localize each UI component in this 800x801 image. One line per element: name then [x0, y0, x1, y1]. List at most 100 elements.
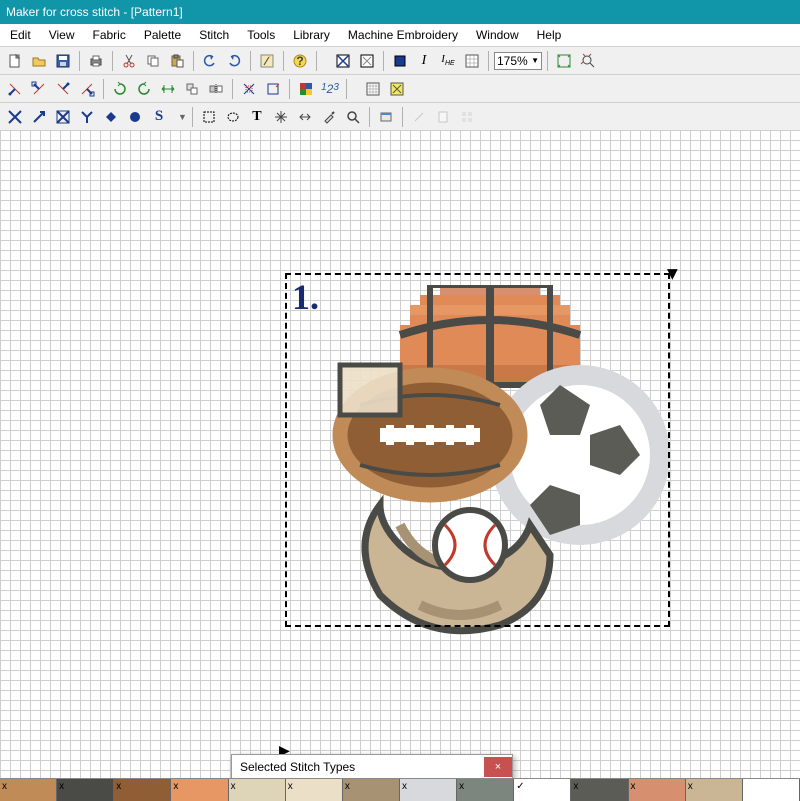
numbers-button[interactable]: 123: [319, 78, 341, 100]
swatch-marker: x: [688, 781, 693, 792]
oval-button[interactable]: [222, 106, 244, 128]
flip-v-button[interactable]: [181, 78, 203, 100]
fullstitch-x-button[interactable]: [332, 50, 354, 72]
swatch-9[interactable]: ✓: [514, 779, 571, 801]
thumb-button[interactable]: [456, 106, 478, 128]
swatch-4[interactable]: x: [229, 779, 286, 801]
save-button[interactable]: [52, 50, 74, 72]
swatch-marker: x: [573, 781, 578, 792]
select-box-button[interactable]: [262, 78, 284, 100]
help-button[interactable]: ?: [289, 50, 311, 72]
marquee-button[interactable]: [198, 106, 220, 128]
diamond-button[interactable]: [100, 106, 122, 128]
zoom-in-button[interactable]: [577, 50, 599, 72]
mirror-button[interactable]: [205, 78, 227, 100]
menu-fabric[interactable]: Fabric: [84, 26, 133, 44]
grid-toggle-button[interactable]: [461, 50, 483, 72]
swatch-marker: x: [459, 781, 464, 792]
swatch-8[interactable]: x: [457, 779, 514, 801]
panel-button[interactable]: [375, 106, 397, 128]
swatch-marker: x: [631, 781, 636, 792]
swatch-13[interactable]: [743, 779, 800, 801]
circle-button[interactable]: [124, 106, 146, 128]
swatch-2[interactable]: x: [114, 779, 171, 801]
paste-button[interactable]: [166, 50, 188, 72]
undo-button[interactable]: [199, 50, 221, 72]
grid-x-button[interactable]: [386, 78, 408, 100]
stitch-box-button[interactable]: [52, 106, 74, 128]
menu-bar: Edit View Fabric Palette Stitch Tools Li…: [0, 24, 800, 46]
menu-machine-embroidery[interactable]: Machine Embroidery: [340, 26, 466, 44]
flip-h-button[interactable]: [157, 78, 179, 100]
swatch-12[interactable]: x: [686, 779, 743, 801]
close-button[interactable]: ×: [484, 757, 512, 777]
menu-edit[interactable]: Edit: [2, 26, 39, 44]
swatch-marker: x: [288, 781, 293, 792]
swatch-7[interactable]: x: [400, 779, 457, 801]
toolbar-stitch: S ▼ T: [0, 102, 800, 130]
stitch-arrow-button[interactable]: [28, 106, 50, 128]
swatch-10[interactable]: x: [571, 779, 628, 801]
grid-opts-button[interactable]: [362, 78, 384, 100]
rot-ccw-button[interactable]: [133, 78, 155, 100]
swatch-marker: ✓: [516, 781, 524, 792]
swatch-11[interactable]: x: [629, 779, 686, 801]
menu-library[interactable]: Library: [285, 26, 338, 44]
swatch-marker: x: [59, 781, 64, 792]
s-text-button[interactable]: S: [148, 106, 170, 128]
menu-window[interactable]: Window: [468, 26, 527, 44]
zoom-value: 175%: [497, 54, 528, 68]
rot-cw-button[interactable]: [109, 78, 131, 100]
print-button[interactable]: [85, 50, 107, 72]
cut-button[interactable]: [118, 50, 140, 72]
eyedropper-button[interactable]: [318, 106, 340, 128]
redo-button[interactable]: [223, 50, 245, 72]
half-tr-button[interactable]: [76, 78, 98, 100]
magnify-button[interactable]: [342, 106, 364, 128]
selection-marker-top[interactable]: ◀: [663, 269, 680, 280]
svg-text:?: ?: [296, 54, 303, 68]
swatch-1[interactable]: x: [57, 779, 114, 801]
slash-button[interactable]: [408, 106, 430, 128]
cross-button[interactable]: [294, 106, 316, 128]
stitch-x-button[interactable]: [4, 106, 26, 128]
half-tl-button[interactable]: [52, 78, 74, 100]
swatch-6[interactable]: x: [343, 779, 400, 801]
color-palette: xxxxxxxxx✓xxx: [0, 778, 800, 800]
text-ihe-button[interactable]: IHE: [437, 50, 459, 72]
swatch-3[interactable]: x: [171, 779, 228, 801]
menu-tools[interactable]: Tools: [239, 26, 283, 44]
zoom-dropdown-icon[interactable]: ▼: [531, 56, 539, 65]
swatch-marker: x: [173, 781, 178, 792]
half-br-button[interactable]: [28, 78, 50, 100]
wizard-button[interactable]: [256, 50, 278, 72]
toolbar-main: ? I IHE 175%▼: [0, 46, 800, 74]
text-i-button[interactable]: I: [413, 50, 435, 72]
title-bar: Maker for cross stitch - [Pattern1]: [0, 0, 800, 24]
fullstitch-plus-button[interactable]: [356, 50, 378, 72]
select-xy-button[interactable]: [238, 78, 260, 100]
float-title: Selected Stitch Types: [240, 760, 355, 774]
stitch-y-button[interactable]: [76, 106, 98, 128]
canvas-area[interactable]: 1. ◀ ▶ Selected Stitch Types ×: [0, 130, 800, 790]
menu-help[interactable]: Help: [529, 26, 570, 44]
swatch-0[interactable]: x: [0, 779, 57, 801]
swatch-marker: x: [231, 781, 236, 792]
text-button[interactable]: T: [246, 106, 268, 128]
copy-button[interactable]: [142, 50, 164, 72]
menu-stitch[interactable]: Stitch: [191, 26, 237, 44]
menu-view[interactable]: View: [41, 26, 83, 44]
swatch-5[interactable]: x: [286, 779, 343, 801]
star-button[interactable]: [270, 106, 292, 128]
menu-palette[interactable]: Palette: [136, 26, 189, 44]
zoom-combo[interactable]: 175%▼: [494, 52, 542, 70]
fit-button[interactable]: [553, 50, 575, 72]
half-bl-button[interactable]: [4, 78, 26, 100]
pattern-reference-number: 1.: [292, 276, 319, 318]
new-button[interactable]: [4, 50, 26, 72]
page-button[interactable]: [432, 106, 454, 128]
palette-square-button[interactable]: [389, 50, 411, 72]
float-header[interactable]: Selected Stitch Types ×: [232, 755, 512, 779]
open-button[interactable]: [28, 50, 50, 72]
color-swap-button[interactable]: [295, 78, 317, 100]
